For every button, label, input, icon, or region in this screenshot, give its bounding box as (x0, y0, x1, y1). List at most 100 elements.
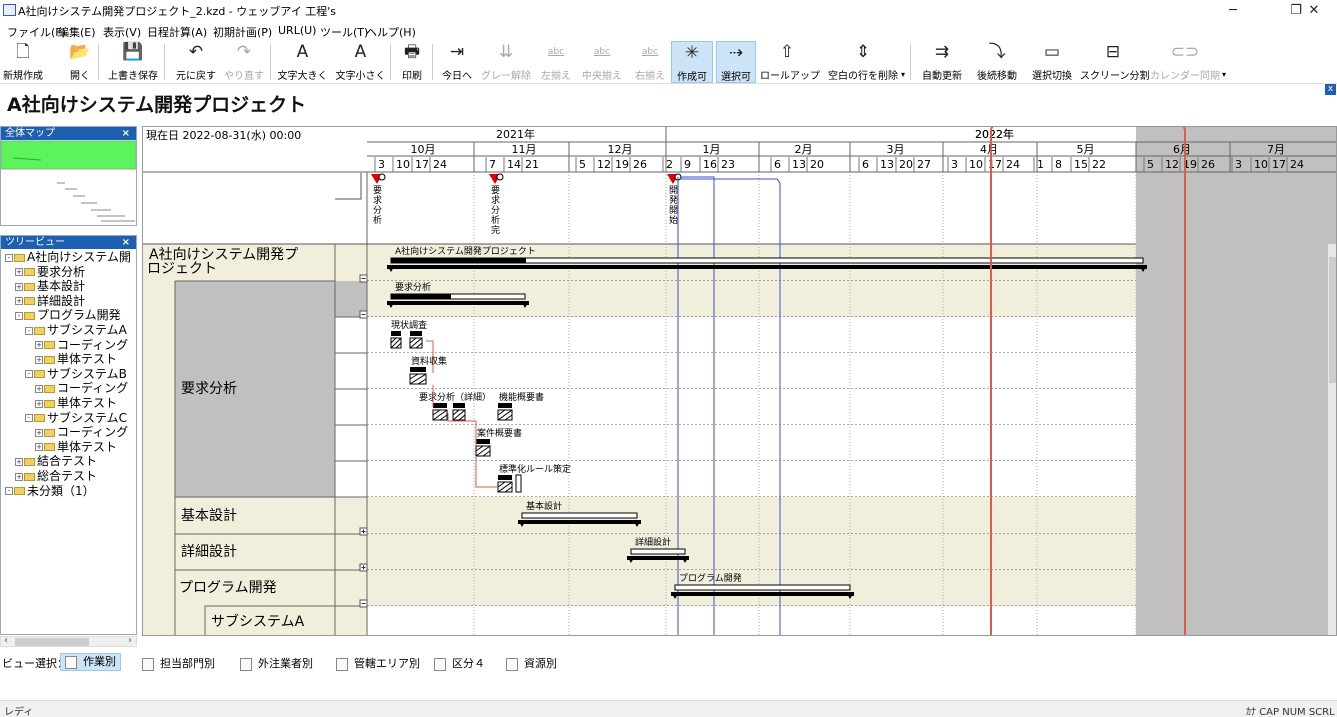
tree-item[interactable]: + コーディング (35, 381, 128, 396)
view-tab-4[interactable]: 区分４ (434, 655, 485, 671)
kino-task-bar[interactable] (498, 403, 512, 408)
expand-icon[interactable]: + (15, 472, 23, 481)
youkyu-task-a-bar[interactable] (433, 403, 447, 408)
tree-item[interactable]: + 詳細設計 (15, 294, 85, 309)
print-button[interactable]: 🖶 印刷 (394, 41, 430, 83)
collapse-icon[interactable]: - (25, 326, 33, 335)
calendar-selection-shade[interactable] (1136, 127, 1337, 636)
tree-horizontal-scrollbar[interactable]: ‹ › (0, 635, 137, 647)
toolbar-label: 今日へ (442, 71, 472, 82)
overview-map-close-icon[interactable]: × (122, 127, 130, 140)
menu-item-1[interactable]: 編集(E) (58, 24, 96, 40)
today-button[interactable]: ⇥ 今日へ (437, 41, 477, 83)
collapse-icon[interactable]: - (25, 414, 33, 423)
tree-scroll-thumb[interactable] (15, 638, 89, 646)
expand-icon[interactable]: + (35, 399, 43, 408)
toolbar-overflow-icon[interactable]: ▾ (1222, 70, 1226, 79)
menu-item-7[interactable]: ヘルプ(H) (366, 24, 416, 40)
auto-update-button[interactable]: ⇉ 自動更新 (917, 41, 967, 83)
tree-item[interactable]: - プログラム開発 (15, 308, 121, 323)
delete-empty-rows-button[interactable]: ⇕ 空白の行を削除 (820, 41, 906, 83)
menu-item-6[interactable]: ツール(T) (320, 24, 368, 40)
expand-icon[interactable]: + (15, 268, 23, 277)
undo-button[interactable]: ↶ 元に戻す (170, 41, 222, 83)
font-larger-button[interactable]: A 文字大きく (275, 41, 330, 83)
tree-view-close-icon[interactable]: × (122, 236, 130, 249)
open-folder-button[interactable]: 📂 開く (60, 41, 100, 83)
view-tab-3[interactable]: 管轄エリア別 (336, 655, 420, 671)
detail-design-summary-bar[interactable] (630, 548, 686, 555)
scroll-right-arrow-icon[interactable]: › (128, 635, 132, 646)
expand-icon[interactable]: + (35, 443, 43, 452)
split-screen-button[interactable]: ⊟ スクリーン分割 (1080, 41, 1150, 83)
expand-icon[interactable]: + (35, 428, 43, 437)
tree-item[interactable]: - サブシステムA (25, 323, 127, 338)
gantt-chart[interactable]: A社向けシステム開発プロジェクト要求分析基本設計詳細設計プログラム開発サブシステ… (143, 127, 1337, 636)
tree-item[interactable]: + 基本設計 (15, 279, 85, 294)
close-window-button[interactable]: ✕ (1291, 0, 1337, 22)
basic-design-summary-bar[interactable] (521, 512, 638, 519)
minimize-button[interactable]: ─ (1210, 0, 1256, 22)
view-tab-0[interactable]: 作業別 (60, 653, 121, 671)
save-button[interactable]: 💾 上書き保存 (104, 41, 162, 83)
anken-task-bar[interactable] (476, 439, 490, 444)
tree-item[interactable]: + 単体テスト (35, 440, 117, 455)
tree-item[interactable]: + 単体テスト (35, 396, 117, 411)
youkyu-task-b-bar[interactable] (453, 403, 465, 408)
gantt-vertical-scroll-thumb[interactable] (1329, 257, 1337, 383)
move-successor-button[interactable]: ⤵ 後続移動 (972, 41, 1022, 83)
font-smaller-button[interactable]: A 文字小さく (333, 41, 388, 83)
tree-item[interactable]: + 総合テスト (15, 469, 97, 484)
tree-item[interactable]: + 結合テスト (15, 454, 97, 469)
select-enabled-button[interactable]: ⇢ 選択可 (716, 41, 756, 83)
collapse-icon[interactable]: - (5, 487, 13, 496)
tree-item[interactable]: + コーディング (35, 425, 128, 440)
expand-icon[interactable]: + (35, 355, 43, 364)
calendar-sync-button[interactable]: ⊂⊃ カレンダー同期 (1150, 41, 1220, 83)
shiryo-task-bar[interactable] (410, 367, 426, 372)
rollup-button[interactable]: ⇧ ロールアップ (760, 41, 820, 83)
redo-button[interactable]: ↷ やり直す (224, 41, 264, 83)
view-tab-1[interactable]: 担当部門別 (142, 655, 215, 671)
tree-item[interactable]: + 単体テスト (35, 352, 117, 367)
expand-icon[interactable]: + (35, 341, 43, 350)
toolbar-label: 選択切換 (1032, 71, 1072, 82)
gantt-area[interactable]: A社向けシステム開発プ ロジェクト 要求分析 基本設計 詳細設計 プログラム開発 サブシステ… (142, 126, 1337, 636)
toolbar-overflow-icon[interactable]: ▾ (901, 70, 905, 79)
folder-icon (44, 341, 55, 350)
scroll-left-arrow-icon[interactable]: ‹ (4, 635, 8, 646)
genjo-task-b-bar[interactable] (410, 331, 422, 336)
expand-icon[interactable]: + (35, 384, 43, 393)
align-left-button[interactable]: abc 左揃え (536, 41, 576, 83)
align-center-button[interactable]: abc 中央揃え (578, 41, 626, 83)
gray-clear-button[interactable]: ⇊ グレー解除 (480, 41, 532, 83)
tree-item[interactable]: - A社向けシステム開 (5, 250, 131, 265)
menu-item-2[interactable]: 表示(V) (103, 24, 141, 40)
toggle-selection-button[interactable]: ▭ 選択切換 (1026, 41, 1078, 83)
hyojun-task-bar[interactable] (498, 475, 512, 480)
collapse-icon[interactable]: - (15, 311, 23, 320)
tree-item[interactable]: - サブシステムC (25, 411, 127, 426)
close-document-icon[interactable]: x (1325, 84, 1336, 95)
overview-map-canvas[interactable] (0, 140, 137, 226)
view-tab-2[interactable]: 外注業者別 (240, 655, 313, 671)
tree-item[interactable]: + 要求分析 (15, 265, 85, 280)
tree-item[interactable]: - 未分類（1） (5, 484, 95, 499)
menu-item-5[interactable]: URL(U) (278, 24, 316, 37)
collapse-icon[interactable]: - (25, 370, 33, 379)
expand-icon[interactable]: + (15, 457, 23, 466)
menu-item-4[interactable]: 初期計画(P) (213, 24, 272, 40)
menu-item-3[interactable]: 日程計算(A) (147, 24, 207, 40)
tree-item[interactable]: - サブシステムB (25, 367, 127, 382)
tree-item[interactable]: + コーディング (35, 338, 128, 353)
program-dev-summary-bar[interactable] (674, 584, 851, 591)
toolbar-label: 空白の行を削除 (828, 71, 898, 82)
view-tab-5[interactable]: 資源別 (506, 655, 557, 671)
align-right-button[interactable]: abc 右揃え (630, 41, 670, 83)
expand-icon[interactable]: + (15, 297, 23, 306)
genjo-task-a-bar[interactable] (391, 331, 401, 336)
new-document-button[interactable]: 🗋 新規作成 (3, 41, 43, 83)
create-enabled-button[interactable]: ✳ 作成可 (671, 41, 713, 83)
collapse-icon[interactable]: - (5, 253, 13, 262)
expand-icon[interactable]: + (15, 282, 23, 291)
